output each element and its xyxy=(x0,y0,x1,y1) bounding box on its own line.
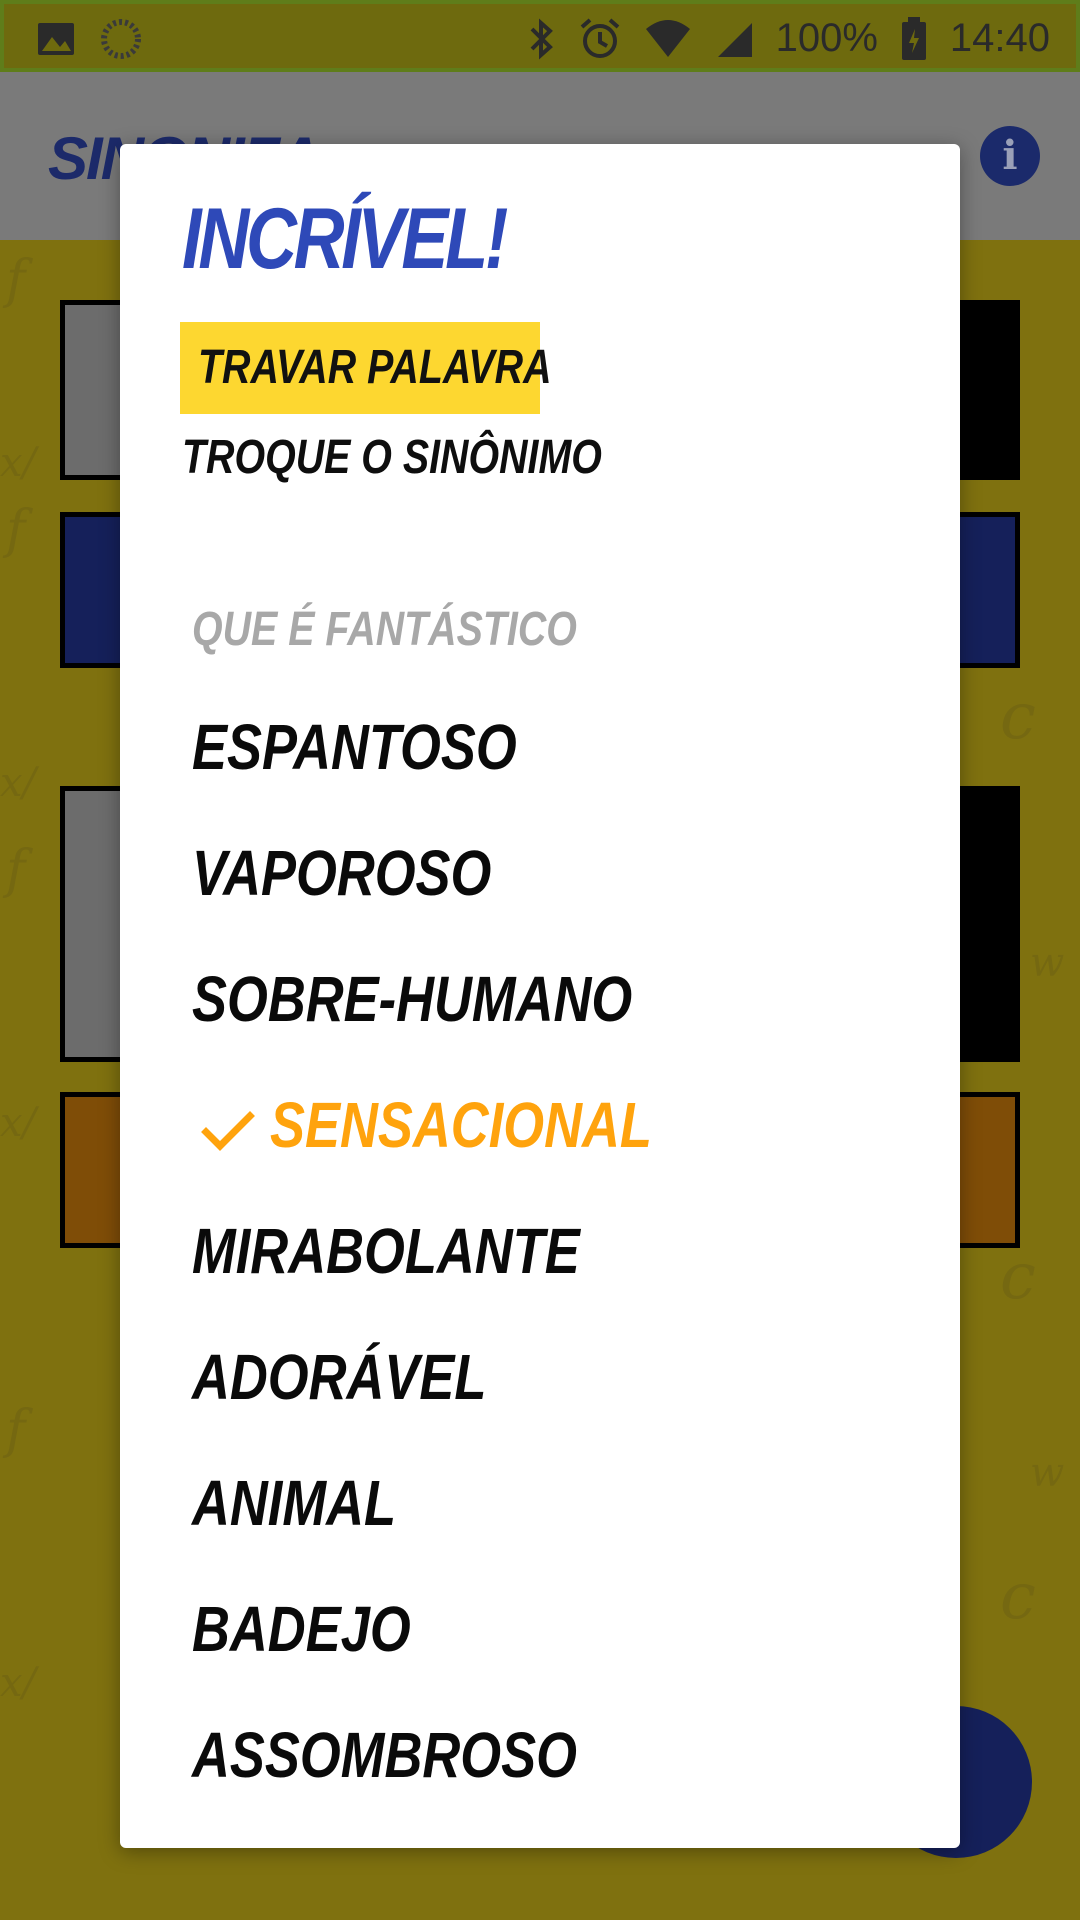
bluetooth-icon xyxy=(530,18,553,59)
synonym-label: ANIMAL xyxy=(192,1467,397,1539)
synonym-label: VAPOROSO xyxy=(192,837,492,909)
synonym-item[interactable]: MIRABOLANTE xyxy=(192,1188,892,1314)
synonym-item[interactable]: BADEJO xyxy=(192,1566,892,1692)
info-icon: i xyxy=(1002,132,1018,179)
synonym-item-selected[interactable]: SENSACIONAL xyxy=(192,1062,892,1188)
synonym-item[interactable]: ANIMAL xyxy=(192,1440,892,1566)
lock-word-label: TRAVAR PALAVRA xyxy=(198,341,552,394)
synonym-label: MIRABOLANTE xyxy=(192,1215,580,1287)
synonym-item[interactable]: ADORÁVEL xyxy=(192,1314,892,1440)
section-header: QUE É FANTÁSTICO xyxy=(192,603,577,656)
synonym-label: ESPANTOSO xyxy=(192,711,517,783)
info-button[interactable]: i xyxy=(980,126,1040,186)
check-icon xyxy=(201,1111,255,1152)
synonym-item[interactable]: ESPANTOSO xyxy=(192,684,892,810)
synonym-label: SENSACIONAL xyxy=(270,1089,652,1161)
synonym-label: ADORÁVEL xyxy=(192,1341,487,1413)
status-bar: 100% 14:40 xyxy=(0,0,1080,72)
synonym-dialog: INCRÍVEL! TRAVAR PALAVRA TROQUE O SINÔNI… xyxy=(120,144,960,1848)
clock: 14:40 xyxy=(949,16,1050,60)
wifi-icon xyxy=(645,19,690,57)
synonym-item[interactable]: ESPETACULAR xyxy=(192,1818,892,1848)
synonym-item[interactable]: ASSOMBROSO xyxy=(192,1692,892,1818)
synonym-label: SOBRE-HUMANO xyxy=(192,963,633,1035)
lock-word-button[interactable]: TRAVAR PALAVRA xyxy=(180,322,551,414)
dialog-subtitle: TROQUE O SINÔNIMO xyxy=(182,431,602,484)
battery-icon xyxy=(901,16,926,60)
synonym-item[interactable]: VAPOROSO xyxy=(192,810,892,936)
alarm-icon xyxy=(580,17,619,58)
battery-percent: 100% xyxy=(775,16,878,60)
sync-icon xyxy=(101,19,141,59)
synonym-item[interactable]: SOBRE-HUMANO xyxy=(192,936,892,1062)
dialog-title: INCRÍVEL! xyxy=(182,191,508,287)
synonym-label: BADEJO xyxy=(192,1593,411,1665)
signal-icon xyxy=(717,22,752,57)
synonym-label: ASSOMBROSO xyxy=(192,1719,577,1791)
image-icon xyxy=(38,23,74,55)
synonym-label: ESPETACULAR xyxy=(192,1818,582,1848)
